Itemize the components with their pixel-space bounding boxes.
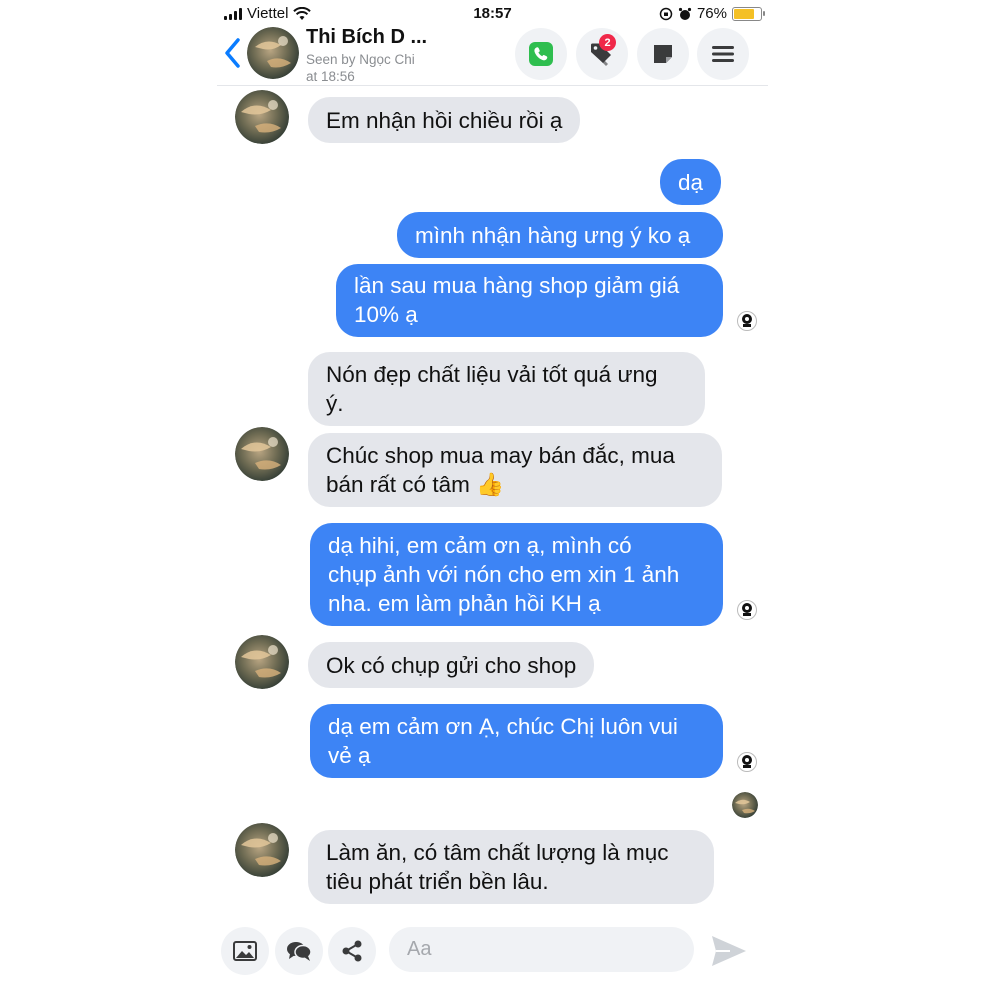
contact-name[interactable]: Thi Bích D ... (306, 26, 427, 49)
message-text-line: Chúc shop mua may bán đắc, mua (326, 443, 675, 468)
rotation-lock-icon (659, 7, 673, 20)
seen-status: Seen by Ngọc Chi at 18:56 (306, 51, 415, 85)
contact-avatar-small (235, 823, 289, 877)
message-bubble-incoming[interactable]: Làm ăn, có tâm chất lượng là mục tiêu ph… (308, 830, 714, 904)
contact-avatar[interactable] (247, 27, 299, 79)
message-bubble-outgoing[interactable]: lần sau mua hàng shop giảm giá 10% ạ (336, 264, 723, 337)
message-text-line: lần sau mua hàng shop giảm giá (354, 273, 680, 298)
battery-fill (734, 8, 754, 19)
back-chevron-icon[interactable] (221, 36, 245, 70)
alarm-icon (678, 7, 692, 20)
composer-bar (217, 920, 768, 985)
share-icon (342, 940, 362, 962)
message-bubble-incoming[interactable]: Nón đẹp chất liệu vải tốt quá ưng ý. (308, 352, 705, 426)
message-bubble-incoming[interactable]: Ok có chụp gửi cho shop (308, 642, 595, 688)
note-icon (654, 45, 672, 63)
status-bar: Viettel 18:57 76% (217, 0, 768, 26)
menu-button[interactable] (697, 28, 749, 80)
message-text-line: bán rất có tâm 👍 (326, 472, 505, 497)
message-bubble-incoming[interactable]: Chúc shop mua may bán đắc, mua bán rất c… (308, 433, 722, 507)
phone-icon (529, 42, 553, 66)
battery-percent: 76% (696, 5, 727, 22)
chat-bubbles-icon (287, 942, 312, 961)
send-icon[interactable] (710, 933, 748, 969)
status-right-group: 76% (659, 5, 765, 22)
message-text-line: dạ em cảm ơn Ạ, chúc Chị luôn vui (328, 714, 678, 739)
message-text: Em nhận hồi chiều rồi ạ (326, 107, 563, 133)
message-input[interactable] (389, 927, 694, 972)
message-text-line: Làm ăn, có tâm chất lượng là mục (326, 840, 669, 865)
contact-avatar-small (235, 90, 289, 144)
image-icon (233, 941, 257, 961)
seen-avatar-icon (737, 311, 757, 331)
message-text: Ok có chụp gửi cho shop (326, 652, 577, 678)
message-bubble-outgoing[interactable]: dạ em cảm ơn Ạ, chúc Chị luôn vui vẻ ạ (310, 704, 723, 778)
contact-avatar-small (235, 427, 289, 481)
message-bubble-outgoing[interactable]: dạ (660, 159, 722, 205)
call-button[interactable] (515, 28, 567, 80)
message-text: mình nhận hàng ưng ý ko ạ (415, 222, 691, 248)
notes-button[interactable] (637, 28, 689, 80)
message-text-line: vẻ ạ (328, 743, 371, 768)
message-bubble-outgoing[interactable]: dạ hihi, em cảm ơn ạ, mình có chụp ảnh v… (310, 523, 723, 626)
message-bubble-incoming[interactable]: Em nhận hồi chiều rồi ạ (308, 97, 581, 143)
message-text-line: ý. (326, 391, 344, 416)
message-text-line: chụp ảnh với nón cho em xin 1 ảnh (328, 562, 680, 587)
seen-status-line1: Seen by Ngọc Chi (306, 52, 415, 67)
menu-icon (712, 46, 734, 62)
seen-avatar-icon (737, 600, 757, 620)
message-text-line: 10% ạ (354, 302, 418, 327)
contact-avatar-small (235, 635, 289, 689)
chat-heads-button[interactable] (275, 927, 323, 975)
battery-icon (732, 6, 765, 21)
labels-badge: 2 (599, 34, 616, 51)
message-text-line: dạ hihi, em cảm ơn ạ, mình có (328, 533, 632, 558)
messenger-screen: Viettel 18:57 76% Thi Bích D ... Seen by… (217, 0, 768, 985)
read-receipt-avatar (732, 792, 758, 818)
message-bubble-outgoing[interactable]: mình nhận hàng ưng ý ko ạ (397, 212, 723, 258)
message-text-line: nha. em làm phản hồi KH ạ (328, 591, 601, 616)
photo-button[interactable] (221, 927, 269, 975)
seen-avatar-icon (737, 752, 757, 772)
share-button[interactable] (328, 927, 376, 975)
message-text: dạ (678, 169, 704, 195)
conversation-header: Thi Bích D ... Seen by Ngọc Chi at 18:56… (217, 26, 768, 86)
labels-button[interactable]: 2 (576, 28, 628, 80)
seen-status-line2: at 18:56 (306, 69, 355, 84)
message-text-line: Nón đẹp chất liệu vải tốt quá ưng (326, 362, 658, 387)
message-text-line: tiêu phát triển bền lâu. (326, 869, 549, 894)
